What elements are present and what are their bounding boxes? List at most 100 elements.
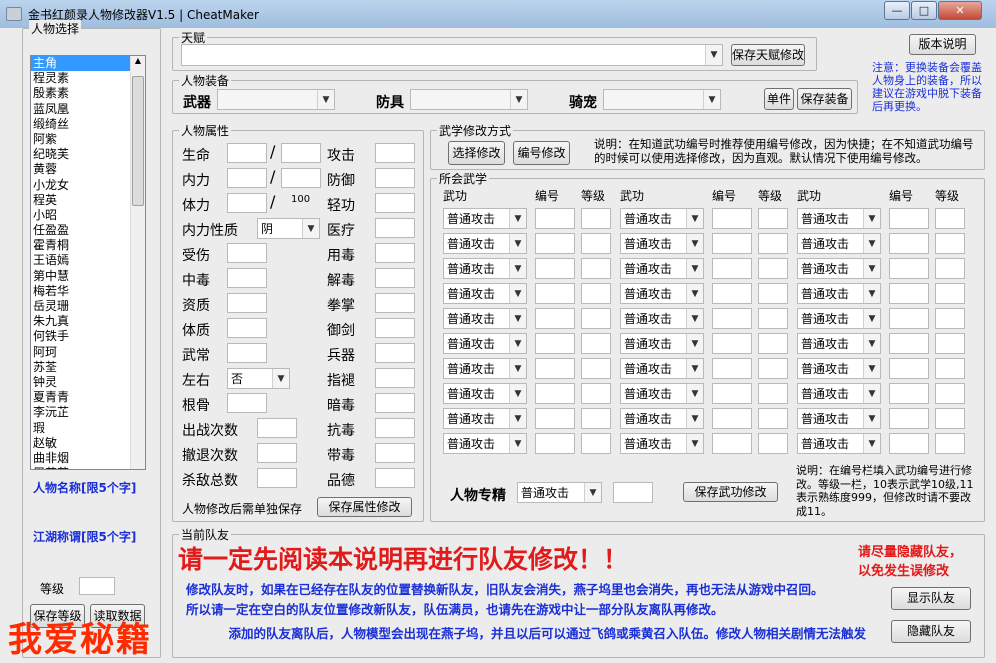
skill-dropdown[interactable]: 普通攻击 ▼ — [620, 283, 704, 304]
skill-dropdown[interactable]: 普通攻击 ▼ — [443, 433, 527, 454]
attr-usepoison-input[interactable] — [375, 243, 415, 263]
save-attr-button[interactable]: 保存属性修改 — [317, 497, 412, 517]
character-list-item[interactable]: 阿紫 — [31, 132, 145, 147]
skill-level-input[interactable] — [581, 283, 611, 304]
skill-level-input[interactable] — [581, 383, 611, 404]
skill-level-input[interactable] — [581, 208, 611, 229]
skill-level-input[interactable] — [758, 383, 788, 404]
skill-number-input[interactable] — [712, 283, 752, 304]
skill-number-input[interactable] — [535, 283, 575, 304]
lr-dropdown[interactable]: 否 ▼ — [227, 368, 290, 389]
skill-number-input[interactable] — [712, 333, 752, 354]
attr-bone-input[interactable] — [227, 393, 267, 413]
skill-number-input[interactable] — [535, 258, 575, 279]
save-equip-button[interactable]: 保存装备 — [797, 88, 852, 110]
character-list-item[interactable]: 朱九真 — [31, 314, 145, 329]
attr-physique-input[interactable] — [227, 318, 267, 338]
special-number-input[interactable] — [613, 482, 653, 503]
special-dropdown[interactable]: 普通攻击 ▼ — [517, 482, 602, 503]
skill-number-input[interactable] — [535, 383, 575, 404]
skill-number-input[interactable] — [712, 208, 752, 229]
attr-hp-max[interactable] — [281, 143, 321, 163]
skill-dropdown[interactable]: 普通攻击 ▼ — [797, 258, 881, 279]
character-list-item[interactable]: 苏荃 — [31, 360, 145, 375]
character-list-item[interactable]: 纪晓芙 — [31, 147, 145, 162]
skill-level-input[interactable] — [935, 358, 965, 379]
skill-number-input[interactable] — [889, 433, 929, 454]
skill-dropdown[interactable]: 普通攻击 ▼ — [620, 258, 704, 279]
skill-dropdown[interactable]: 普通攻击 ▼ — [620, 408, 704, 429]
skill-number-input[interactable] — [535, 308, 575, 329]
skill-dropdown[interactable]: 普通攻击 ▼ — [797, 408, 881, 429]
skill-dropdown[interactable]: 普通攻击 ▼ — [443, 333, 527, 354]
skill-dropdown[interactable]: 普通攻击 ▼ — [797, 383, 881, 404]
skill-level-input[interactable] — [581, 433, 611, 454]
skill-dropdown[interactable]: 普通攻击 ▼ — [620, 433, 704, 454]
skill-dropdown[interactable]: 普通攻击 ▼ — [443, 383, 527, 404]
nature-dropdown[interactable]: 阴 ▼ — [257, 218, 320, 239]
attr-aptitude-input[interactable] — [227, 293, 267, 313]
skill-level-input[interactable] — [935, 408, 965, 429]
attr-poison-input[interactable] — [227, 268, 267, 288]
version-button[interactable]: 版本说明 — [909, 34, 976, 55]
mount-dropdown[interactable]: ▼ — [603, 89, 721, 110]
minimize-button[interactable]: — — [884, 1, 910, 20]
character-list-item[interactable]: 殷素素 — [31, 86, 145, 101]
attr-medical-input[interactable] — [375, 218, 415, 238]
skill-number-input[interactable] — [889, 258, 929, 279]
attr-hidden-input[interactable] — [375, 393, 415, 413]
character-list-item[interactable]: 蓝凤凰 — [31, 102, 145, 117]
attr-mp-current[interactable] — [227, 168, 267, 188]
skill-level-input[interactable] — [758, 408, 788, 429]
attr-weapons-input[interactable] — [375, 343, 415, 363]
skill-dropdown[interactable]: 普通攻击 ▼ — [797, 208, 881, 229]
character-list-item[interactable]: 赵敏 — [31, 436, 145, 451]
attr-finger-input[interactable] — [375, 368, 415, 388]
character-list-item[interactable]: 霍青桐 — [31, 238, 145, 253]
character-list-item[interactable]: 主角 — [31, 56, 145, 72]
attr-fist-input[interactable] — [375, 293, 415, 313]
skill-number-input[interactable] — [889, 333, 929, 354]
attr-moral-input[interactable] — [375, 468, 415, 488]
skill-number-input[interactable] — [535, 408, 575, 429]
skill-dropdown[interactable]: 普通攻击 ▼ — [797, 333, 881, 354]
attr-stamina-current[interactable] — [227, 193, 267, 213]
skill-level-input[interactable] — [935, 233, 965, 254]
skill-dropdown[interactable]: 普通攻击 ▼ — [443, 208, 527, 229]
skill-level-input[interactable] — [758, 283, 788, 304]
attr-martial-input[interactable] — [227, 343, 267, 363]
skill-dropdown[interactable]: 普通攻击 ▼ — [620, 358, 704, 379]
skill-dropdown[interactable]: 普通攻击 ▼ — [443, 408, 527, 429]
skill-level-input[interactable] — [581, 308, 611, 329]
skill-number-input[interactable] — [889, 308, 929, 329]
skill-dropdown[interactable]: 普通攻击 ▼ — [797, 283, 881, 304]
skill-level-input[interactable] — [581, 408, 611, 429]
select-mode-button[interactable]: 选择修改 — [448, 141, 505, 165]
character-list[interactable]: 主角 程灵素 殷素素 蓝凤凰 缎绮丝 阿紫 纪晓芙 黄蓉 小龙女 程英 小昭 任盈盈 霍青桐 王语嫣 第中慧… — [30, 55, 146, 470]
skill-level-input[interactable] — [758, 208, 788, 229]
character-list-item[interactable]: 程灵素 — [31, 71, 145, 86]
character-list-item[interactable]: 曲非烟 — [31, 451, 145, 466]
character-list-item[interactable]: 李沅芷 — [31, 405, 145, 420]
character-list-item[interactable]: 缎绮丝 — [31, 117, 145, 132]
scroll-thumb[interactable] — [132, 76, 144, 206]
character-list-item[interactable]: 王语嫣 — [31, 253, 145, 268]
attr-mp-max[interactable] — [281, 168, 321, 188]
character-list-item[interactable]: 周芷若 — [31, 466, 145, 469]
skill-number-input[interactable] — [712, 358, 752, 379]
maximize-button[interactable]: □ — [911, 1, 937, 20]
skill-number-input[interactable] — [889, 283, 929, 304]
skill-level-input[interactable] — [758, 258, 788, 279]
skill-number-input[interactable] — [712, 308, 752, 329]
skill-dropdown[interactable]: 普通攻击 ▼ — [443, 283, 527, 304]
skill-number-input[interactable] — [712, 383, 752, 404]
skill-level-input[interactable] — [758, 358, 788, 379]
attr-kills-input[interactable] — [257, 468, 297, 488]
save-talent-button[interactable]: 保存天赋修改 — [731, 44, 805, 66]
skill-number-input[interactable] — [889, 233, 929, 254]
skill-number-input[interactable] — [535, 433, 575, 454]
character-list-item[interactable]: 阿珂 — [31, 345, 145, 360]
list-scrollbar[interactable]: ▲ — [130, 56, 145, 469]
attr-resist-input[interactable] — [375, 418, 415, 438]
skill-level-input[interactable] — [758, 333, 788, 354]
